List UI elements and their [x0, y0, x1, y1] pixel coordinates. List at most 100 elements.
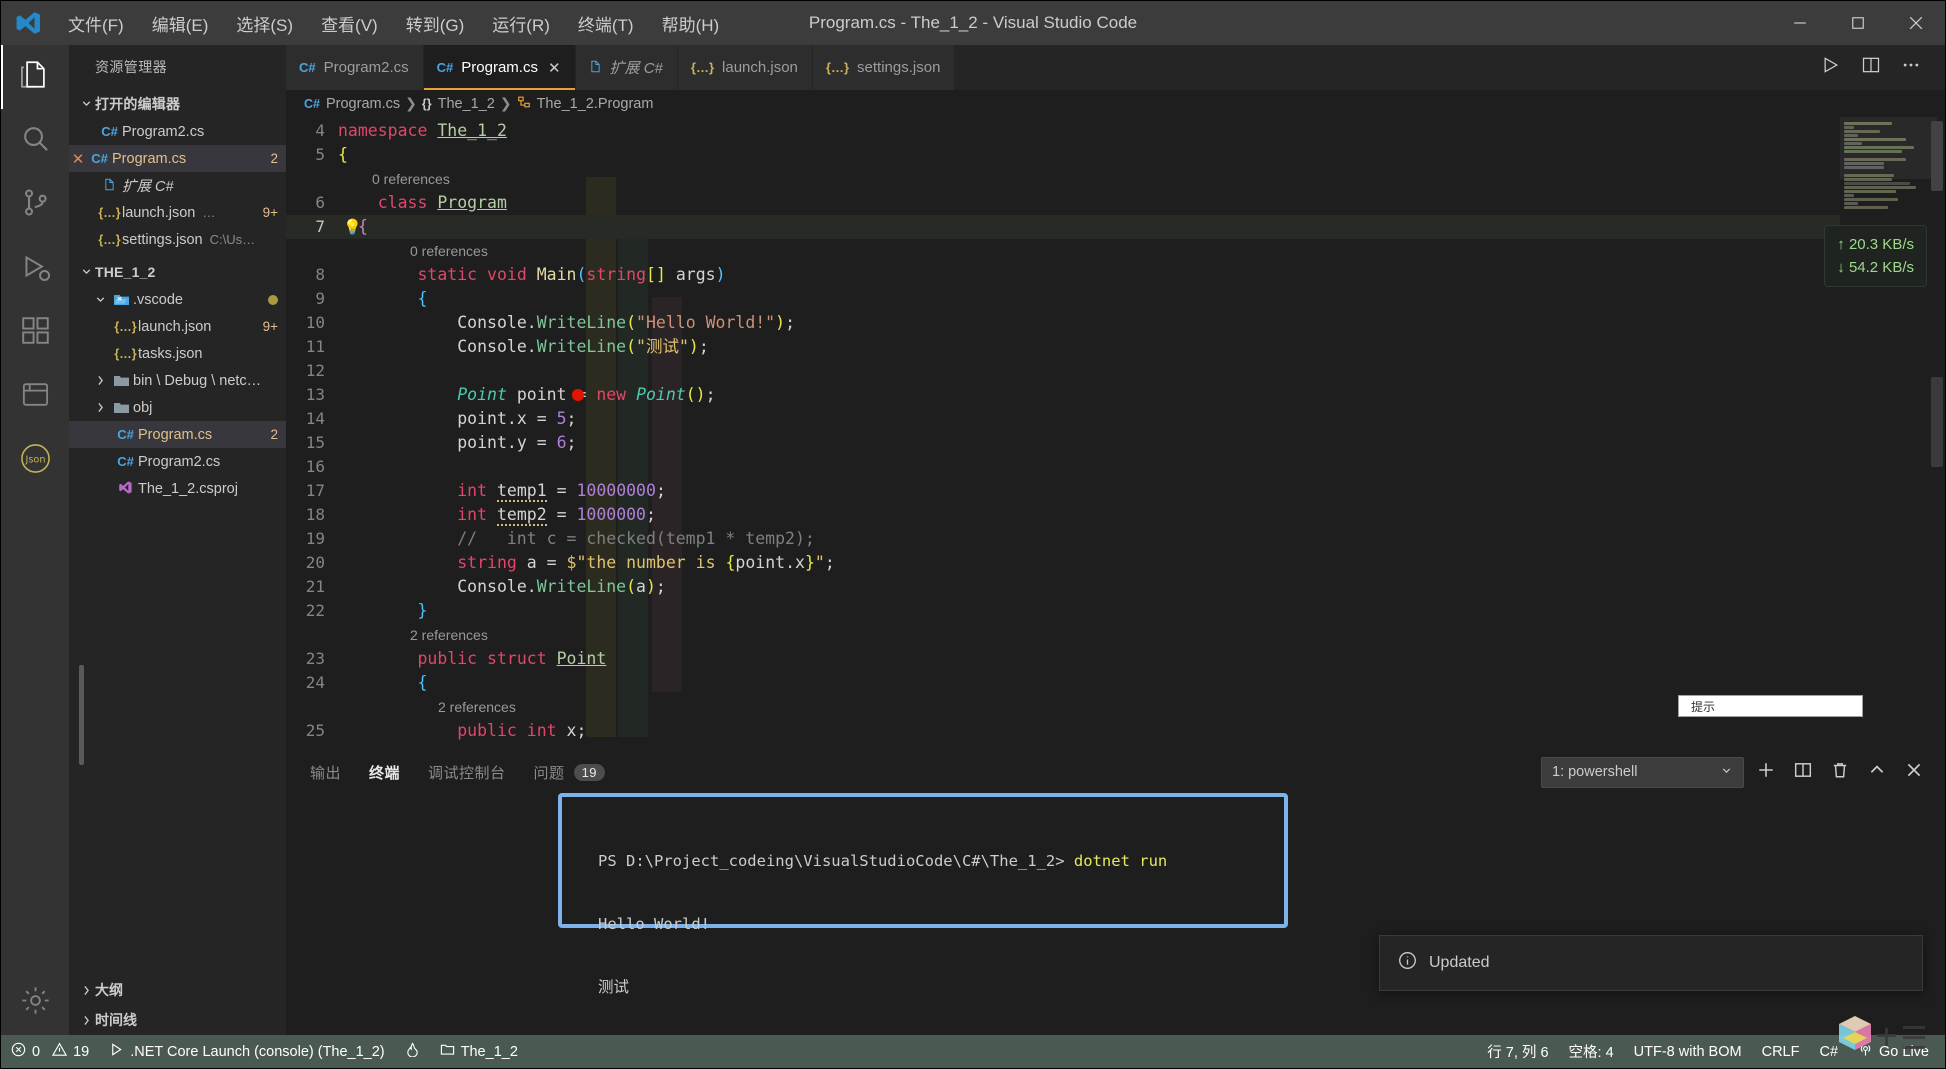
status-eol[interactable]: CRLF [1752, 1035, 1810, 1068]
code-line-12[interactable]: 12 [286, 359, 1840, 383]
split-terminal-button[interactable] [1788, 757, 1818, 787]
tree-item-vscode-folder[interactable]: .vscode [69, 286, 286, 313]
kill-terminal-button[interactable] [1825, 757, 1855, 787]
code-line-13[interactable]: 13 Point point = new Point(); [286, 383, 1840, 407]
open-editor-extension-csharp[interactable]: 扩展 C# [69, 172, 286, 199]
maximize-button[interactable] [1829, 1, 1887, 45]
tree-item-launch-json[interactable]: {…} launch.json 9+ [69, 313, 286, 340]
more-actions-button[interactable] [1893, 50, 1929, 86]
status-problems[interactable]: 0 19 [1, 1035, 99, 1068]
close-icon[interactable]: ✕ [548, 59, 561, 77]
panel-tab-problems[interactable]: 问题 19 [534, 762, 606, 783]
terminal-selector[interactable]: 1: powershell [1541, 756, 1744, 788]
tree-item-program-cs[interactable]: C# Program.cs 2 [69, 421, 286, 448]
panel-tab-terminal[interactable]: 终端 [369, 762, 400, 783]
code-line-18[interactable]: 18 int temp2 = 1000000; [286, 503, 1840, 527]
tab-launch-json[interactable]: {…} launch.json [677, 45, 813, 90]
activity-json-viewer[interactable]: Json [1, 429, 69, 493]
status-cursor-position[interactable]: 行 7, 列 6 [1477, 1035, 1558, 1068]
lightbulb-icon[interactable]: 💡 [343, 215, 362, 239]
status-language-mode[interactable]: C# [1809, 1035, 1848, 1068]
open-editor-program2[interactable]: C# Program2.cs [69, 118, 286, 145]
breadcrumb-namespace[interactable]: {} The_1_2 [422, 96, 495, 112]
code-line-20[interactable]: 20 string a = $"the number is {point.x}"… [286, 551, 1840, 575]
tree-item-program2-cs[interactable]: C# Program2.cs [69, 448, 286, 475]
tree-item-bin-folder[interactable]: bin \ Debug \ netc… [69, 367, 286, 394]
timeline-section-header[interactable]: 时间线 [69, 1005, 286, 1035]
breadcrumb-file[interactable]: C# Program.cs [304, 96, 400, 112]
code-line-23[interactable]: 23 public struct Point [286, 647, 1840, 671]
menu-help[interactable]: 帮助(H) [649, 5, 733, 42]
open-editor-launch-json[interactable]: {…} launch.json … 9+ [69, 199, 286, 226]
status-flame[interactable] [395, 1035, 430, 1068]
status-go-live[interactable]: Go Live [1848, 1035, 1939, 1068]
tree-item-obj-folder[interactable]: obj [69, 394, 286, 421]
code-line-24[interactable]: 24 { [286, 671, 1840, 695]
codelens-0-references-main[interactable]: 0 references [286, 239, 1840, 263]
activity-extensions[interactable] [1, 301, 69, 365]
code-line-21[interactable]: 21 Console.WriteLine(a); [286, 575, 1840, 599]
activity-search[interactable] [1, 109, 69, 173]
maximize-panel-button[interactable] [1862, 757, 1892, 787]
menu-edit[interactable]: 编辑(E) [139, 5, 222, 42]
code-editor[interactable]: 4 namespace The_1_2 5 { 0 references 6 c… [286, 117, 1945, 753]
panel-tab-output[interactable]: 输出 [310, 762, 341, 783]
close-editor-icon[interactable]: ✕ [69, 150, 87, 168]
code-line-8[interactable]: 8 static void Main(string[] args) [286, 263, 1840, 287]
code-line-10[interactable]: 10 Console.WriteLine("Hello World!"); [286, 311, 1840, 335]
tab-program2-cs[interactable]: C# Program2.cs [286, 45, 424, 90]
codelens-2-references-x[interactable]: 2 references [286, 695, 1840, 719]
open-editors-section-header[interactable]: 打开的编辑器 [69, 89, 286, 118]
tab-program-cs[interactable]: C# Program.cs ✕ [423, 45, 576, 90]
status-launch-config[interactable]: .NET Core Launch (console) (The_1_2) [99, 1035, 394, 1068]
code-line-4[interactable]: 4 namespace The_1_2 [286, 119, 1840, 143]
minimap[interactable] [1840, 117, 1945, 753]
sidebar-scrollbar[interactable] [79, 665, 84, 765]
terminal-output[interactable]: PS D:\Project_codeing\VisualStudioCode\C… [562, 797, 1284, 1069]
menu-run[interactable]: 运行(R) [479, 5, 563, 42]
activity-source-control[interactable] [1, 173, 69, 237]
status-project[interactable]: The_1_2 [430, 1035, 528, 1068]
code-content[interactable]: 4 namespace The_1_2 5 { 0 references 6 c… [286, 117, 1840, 753]
code-line-6[interactable]: 6 class Program [286, 191, 1840, 215]
activity-manage-settings[interactable] [1, 971, 69, 1035]
code-line-25[interactable]: 25 public int x; [286, 719, 1840, 743]
split-editor-button[interactable] [1853, 50, 1889, 86]
close-button[interactable] [1887, 1, 1945, 45]
status-encoding[interactable]: UTF-8 with BOM [1624, 1035, 1752, 1068]
notification-toast[interactable]: Updated [1379, 935, 1923, 991]
minimap-slider[interactable] [1840, 117, 1937, 179]
open-editor-program[interactable]: ✕ C# Program.cs 2 [69, 145, 286, 172]
code-line-14[interactable]: 14 point.x = 5; [286, 407, 1840, 431]
new-terminal-button[interactable] [1751, 757, 1781, 787]
codelens-0-references[interactable]: 0 references [286, 167, 1840, 191]
activity-test[interactable] [1, 365, 69, 429]
code-line-5[interactable]: 5 { [286, 143, 1840, 167]
minimize-button[interactable] [1771, 1, 1829, 45]
status-indentation[interactable]: 空格: 4 [1559, 1035, 1624, 1068]
codelens-2-references-point[interactable]: 2 references [286, 623, 1840, 647]
panel-tab-debug-console[interactable]: 调试控制台 [428, 762, 506, 783]
code-line-16[interactable]: 16 [286, 455, 1840, 479]
open-editor-settings-json[interactable]: {…} settings.json C:\Us… [69, 226, 286, 253]
menu-selection[interactable]: 选择(S) [223, 5, 306, 42]
code-line-19[interactable]: 19 // int c = checked(temp1 * temp2); [286, 527, 1840, 551]
workspace-section-header[interactable]: THE_1_2 [69, 257, 286, 286]
menu-terminal[interactable]: 终端(T) [565, 5, 647, 42]
activity-run-debug[interactable] [1, 237, 69, 301]
code-line-22[interactable]: 22 } [286, 599, 1840, 623]
code-line-7[interactable]: 7 💡 { [286, 215, 1840, 239]
tab-settings-json[interactable]: {…} settings.json [812, 45, 956, 90]
code-line-15[interactable]: 15 point.y = 6; [286, 431, 1840, 455]
menu-file[interactable]: 文件(F) [55, 5, 137, 42]
breadcrumb-class[interactable]: The_1_2.Program [517, 95, 653, 112]
close-panel-button[interactable] [1899, 757, 1929, 787]
outline-section-header[interactable]: 大纲 [69, 975, 286, 1005]
menu-bar[interactable]: 文件(F) 编辑(E) 选择(S) 查看(V) 转到(G) 运行(R) 终端(T… [55, 5, 732, 42]
activity-explorer[interactable] [1, 45, 69, 109]
run-button[interactable] [1813, 50, 1849, 86]
menu-view[interactable]: 查看(V) [308, 5, 391, 42]
code-line-11[interactable]: 11 Console.WriteLine("测试"); [286, 335, 1840, 359]
code-line-17[interactable]: 17 int temp1 = 10000000; [286, 479, 1840, 503]
tab-extension-csharp[interactable]: 扩展 C# [575, 45, 678, 90]
